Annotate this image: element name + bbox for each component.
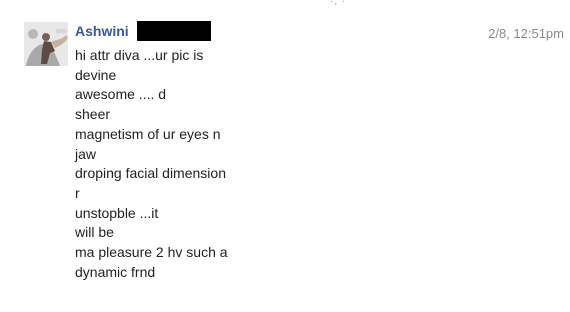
message-line: unstopble ...it — [75, 204, 159, 221]
message-line: droping facial dimension — [75, 165, 226, 182]
message-line: sheer — [75, 106, 111, 123]
message-line: magnetism of ur eyes n — [75, 125, 221, 142]
message-timestamp: 2/8, 12:51pm — [488, 26, 564, 41]
message-line: r — [75, 184, 80, 201]
message-line: awesome .... d — [75, 86, 167, 103]
chat-message: Ashwini 2/8, 12:51pm hi attr diva ...ur … — [0, 0, 570, 312]
message-line: will be — [75, 224, 114, 241]
message-line: jaw — [75, 145, 97, 162]
message-line: devine — [75, 66, 117, 83]
message-line: ma pleasure 2 hv such a — [75, 244, 228, 261]
message-line: hi attr diva ...ur pic is — [75, 47, 204, 63]
avatar[interactable] — [24, 22, 68, 66]
chat-window: ·, · Ashwini 2/8, 12:51pm hi attr diva .… — [0, 0, 570, 312]
redacted-surname — [137, 21, 212, 41]
message-header: Ashwini — [75, 21, 212, 43]
author-name-link[interactable]: Ashwini — [75, 21, 129, 41]
message-line: dynamic frnd — [75, 263, 156, 280]
message-body: hi attr diva ...ur pic is devine awesome… — [75, 46, 375, 282]
profile-photo-icon — [24, 22, 68, 66]
